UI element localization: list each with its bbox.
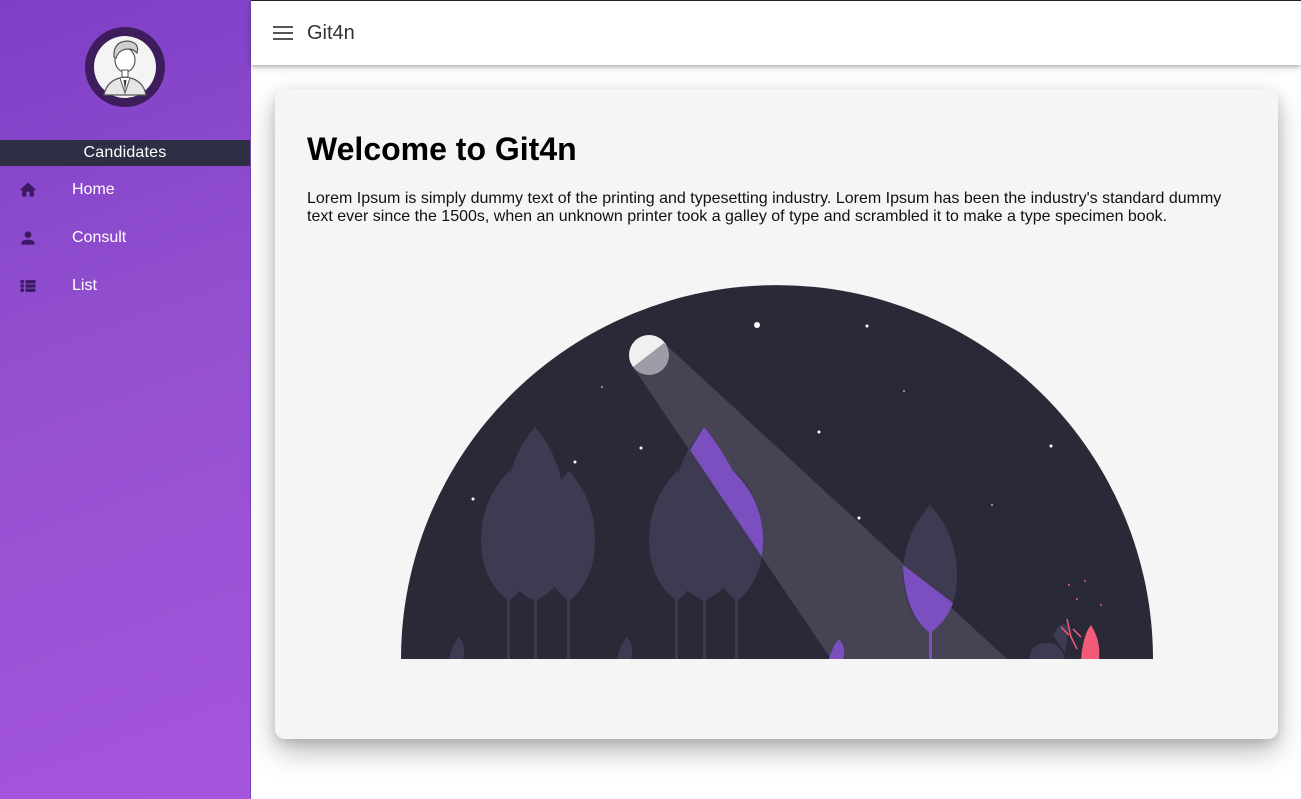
sidebar-item-label: Home xyxy=(72,181,115,198)
sidebar-item-label: Consult xyxy=(72,229,127,246)
user-avatar[interactable] xyxy=(85,27,165,107)
sidebar-section-title: Candidates xyxy=(0,140,250,166)
menu-icon[interactable] xyxy=(273,23,293,43)
home-icon xyxy=(0,180,72,200)
top-app-bar: Git4n xyxy=(251,0,1301,65)
welcome-card: Welcome to Git4n Lorem Ipsum is simply d… xyxy=(275,89,1278,739)
sidebar-item-list[interactable]: List xyxy=(0,262,250,310)
list-icon xyxy=(0,276,72,296)
welcome-text: Lorem Ipsum is simply dummy text of the … xyxy=(307,190,1222,225)
sidebar-item-label: List xyxy=(72,277,97,294)
sidebar-item-consult[interactable]: Consult xyxy=(0,214,250,262)
person-icon xyxy=(0,228,72,248)
night-forest-illustration xyxy=(401,285,1153,659)
avatar-icon xyxy=(94,36,156,98)
app-title: Git4n xyxy=(307,21,355,44)
page-title: Welcome to Git4n xyxy=(307,131,577,167)
sidebar-nav: Home Consult List xyxy=(0,166,250,310)
sidebar: Candidates Home Consult List xyxy=(0,0,251,799)
sidebar-item-home[interactable]: Home xyxy=(0,166,250,214)
